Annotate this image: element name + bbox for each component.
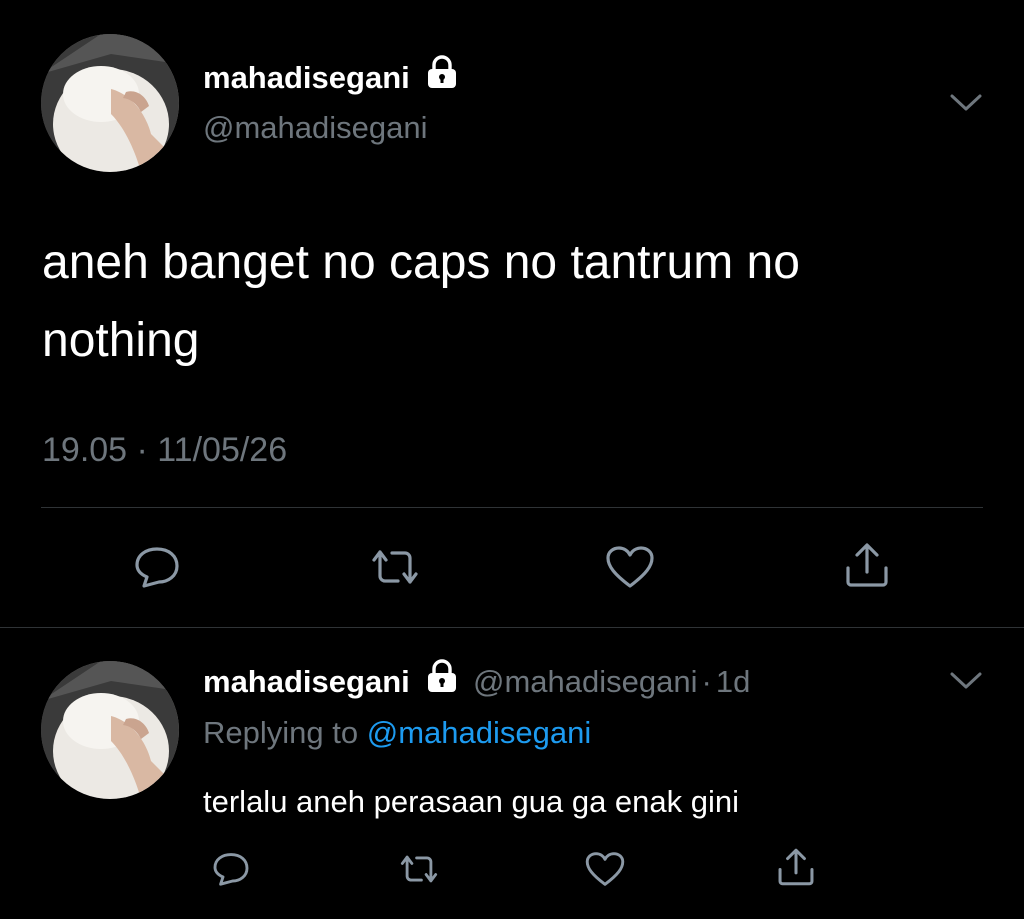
replying-prefix: Replying to	[203, 715, 359, 750]
retweet-icon	[372, 550, 418, 584]
tweet-text: aneh banget no caps no tantrum no nothin…	[42, 224, 800, 380]
share-icon	[778, 848, 814, 886]
reply-icon	[213, 853, 249, 886]
reply-dot: ·	[701, 664, 712, 699]
lock-icon	[424, 55, 460, 99]
tweet-text-line-2: nothing	[42, 314, 200, 367]
avatar[interactable]	[41, 34, 179, 172]
dog-avatar-image	[41, 34, 179, 172]
like-icon	[606, 546, 654, 588]
reply-header: mahadisegani @mahadisegani · 1d	[203, 659, 750, 703]
replying-to: Replying to @mahadisegani	[203, 713, 591, 753]
chevron-down-icon[interactable]	[948, 670, 984, 697]
display-name[interactable]: mahadisegani	[203, 55, 460, 99]
reply-retweet-button[interactable]	[396, 852, 442, 886]
retweet-icon	[400, 855, 438, 883]
share-button[interactable]	[842, 540, 892, 590]
reply-icon	[135, 547, 179, 588]
share-icon	[846, 543, 888, 587]
reply-like-button[interactable]	[584, 850, 626, 888]
reply-age[interactable]: 1d	[716, 664, 750, 699]
like-icon	[585, 852, 625, 886]
reply-button[interactable]	[132, 544, 182, 590]
reply-reply-button[interactable]	[211, 850, 251, 888]
lock-icon	[424, 659, 460, 703]
section-divider	[0, 627, 1024, 628]
replying-handle-link[interactable]: @mahadisegani	[367, 715, 592, 750]
tweet-text-line-1: aneh banget no caps no tantrum no	[42, 236, 800, 289]
reply-avatar[interactable]	[41, 661, 179, 799]
like-button[interactable]	[604, 544, 656, 590]
dog-avatar-image	[41, 661, 179, 799]
reply-display-name[interactable]: mahadisegani	[203, 664, 410, 699]
reply-handle[interactable]: @mahadisegani	[473, 664, 698, 699]
chevron-down-icon[interactable]	[948, 92, 984, 119]
timestamp[interactable]: 19.05 · 11/05/26	[42, 428, 287, 472]
divider	[41, 507, 983, 508]
display-name-text[interactable]: mahadisegani	[203, 60, 410, 95]
retweet-button[interactable]	[366, 546, 424, 588]
handle[interactable]: @mahadisegani	[203, 108, 428, 148]
reply-text: terlalu aneh perasaan gua ga enak gini	[203, 784, 740, 819]
reply-share-button[interactable]	[775, 846, 817, 888]
